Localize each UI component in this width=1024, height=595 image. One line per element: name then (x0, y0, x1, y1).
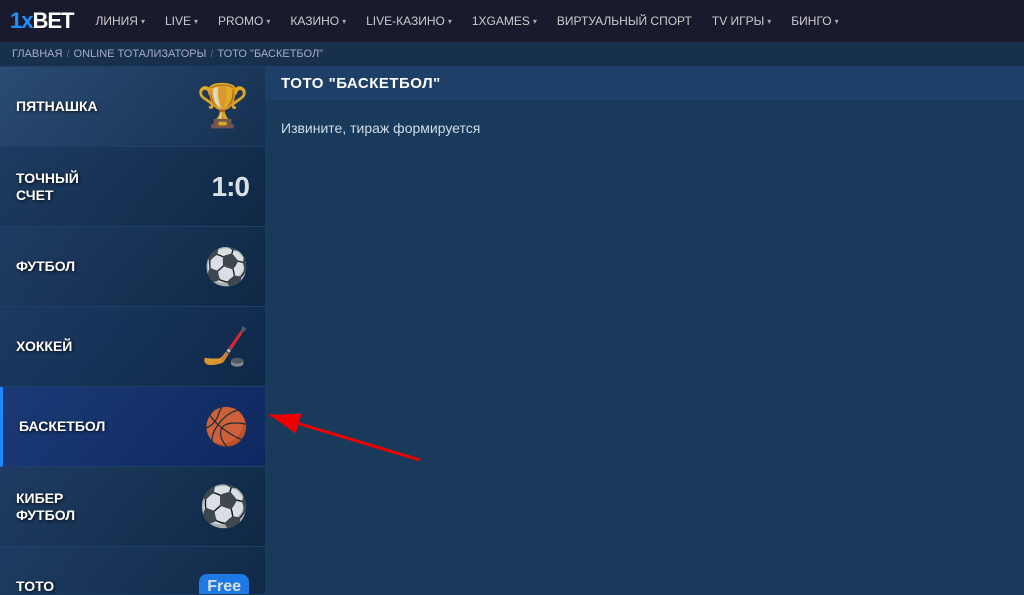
nav-live[interactable]: LIVE ▾ (157, 0, 206, 42)
sidebar-item-toto[interactable]: ТОТО Free (0, 547, 265, 594)
free-badge-icon: Free (199, 574, 249, 595)
content-message: Извините, тираж формируется (265, 100, 1024, 156)
sidebar-item-hokkey[interactable]: ХОККЕЙ 🏒 (0, 307, 265, 387)
chevron-down-icon: ▾ (533, 17, 537, 26)
nav-live-kazino[interactable]: LIVE-КАЗИНО ▾ (358, 0, 460, 42)
hockey-puck-icon: 🏒 (202, 325, 249, 369)
main-layout: ПЯТНАШКА 🏆 ТОЧНЫЙ СЧЕТ 1:0 ФУТБОЛ ⚽ ХОКК… (0, 67, 1024, 594)
nav-tv-igry[interactable]: TV ИГРЫ ▾ (704, 0, 779, 42)
breadcrumb-totalizatory[interactable]: ONLINE ТОТАЛИЗАТОРЫ (74, 48, 207, 60)
sidebar-item-pyatnashka[interactable]: ПЯТНАШКА 🏆 (0, 67, 265, 147)
chevron-down-icon: ▾ (141, 17, 145, 26)
nav-virtual-sport[interactable]: ВИРТУАЛЬНЫЙ СПОРТ (549, 0, 700, 42)
chevron-down-icon: ▾ (767, 17, 771, 26)
sidebar-label-futbol: ФУТБОЛ (16, 258, 75, 275)
content-area: ТОТО "БАСКЕТБОЛ" Извините, тираж формиру… (265, 67, 1024, 594)
sidebar-item-basketbol[interactable]: БАСКЕТБОЛ 🏀 (0, 387, 265, 467)
cyber-soccer-icon: ⚽ (199, 483, 249, 530)
chevron-down-icon: ▾ (194, 17, 198, 26)
page-wrapper: 1xBET ЛИНИЯ ▾ LIVE ▾ PROMO ▾ КАЗИНО ▾ LI… (0, 0, 1024, 595)
sidebar: ПЯТНАШКА 🏆 ТОЧНЫЙ СЧЕТ 1:0 ФУТБОЛ ⚽ ХОКК… (0, 67, 265, 594)
chevron-down-icon: ▾ (266, 17, 270, 26)
nav-liniya[interactable]: ЛИНИЯ ▾ (87, 0, 152, 42)
sidebar-item-futbol[interactable]: ФУТБОЛ ⚽ (0, 227, 265, 307)
soccer-ball-icon: ⚽ (204, 246, 249, 288)
sidebar-label-basketbol: БАСКЕТБОЛ (19, 418, 105, 435)
sidebar-label-hokkey: ХОККЕЙ (16, 338, 72, 355)
basketball-icon: 🏀 (204, 406, 249, 448)
chevron-down-icon: ▾ (342, 17, 346, 26)
logo[interactable]: 1xBET (10, 8, 73, 34)
nav-promo[interactable]: PROMO ▾ (210, 0, 278, 42)
score-icon: 1:0 (212, 171, 249, 203)
breadcrumb: ГЛАВНАЯ / ONLINE ТОТАЛИЗАТОРЫ / ТОТО "БА… (0, 42, 1024, 67)
sidebar-label-kiber-futbol: КИБЕР ФУТБОЛ (16, 490, 75, 524)
sidebar-label-toto: ТОТО (16, 578, 54, 594)
nav-1xgames[interactable]: 1XGAMES ▾ (464, 0, 545, 42)
nav-kazino[interactable]: КАЗИНО ▾ (282, 0, 354, 42)
nav-bingo[interactable]: БИНГО ▾ (783, 0, 846, 42)
sidebar-item-tochny-schet[interactable]: ТОЧНЫЙ СЧЕТ 1:0 (0, 147, 265, 227)
sidebar-item-kiber-futbol[interactable]: КИБЕР ФУТБОЛ ⚽ (0, 467, 265, 547)
sidebar-label-pyatnashka: ПЯТНАШКА (16, 98, 98, 115)
chevron-down-icon: ▾ (448, 17, 452, 26)
breadcrumb-current: ТОТО "БАСКЕТБОЛ" (217, 48, 323, 60)
top-nav: 1xBET ЛИНИЯ ▾ LIVE ▾ PROMO ▾ КАЗИНО ▾ LI… (0, 0, 1024, 42)
breadcrumb-home[interactable]: ГЛАВНАЯ (12, 48, 62, 60)
content-title: ТОТО "БАСКЕТБОЛ" (265, 67, 1024, 100)
chevron-down-icon: ▾ (835, 17, 839, 26)
sidebar-label-tochny-schet: ТОЧНЫЙ СЧЕТ (16, 170, 79, 204)
trophy-icon: 🏆 (197, 82, 249, 131)
